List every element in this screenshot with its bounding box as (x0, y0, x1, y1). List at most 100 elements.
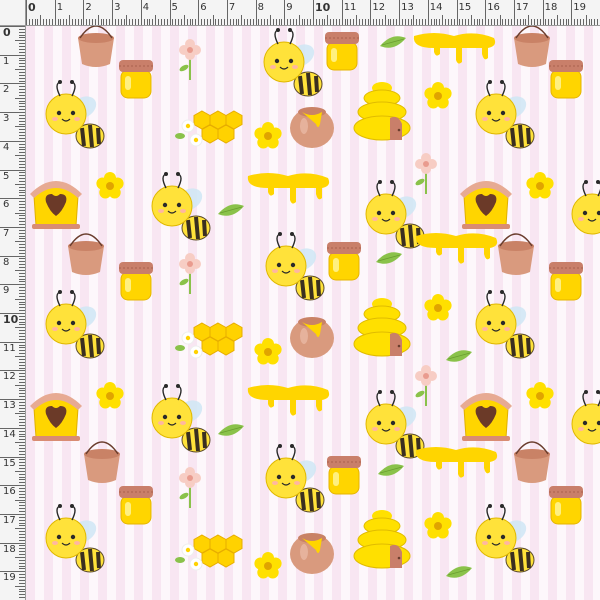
ruler-tick (15, 40, 25, 42)
ruler-top-label: 3 (114, 2, 121, 13)
pink-flower-motif (413, 152, 438, 195)
ruler-tick (330, 19, 332, 25)
ruler-tick (19, 410, 25, 412)
ruler-tick (19, 232, 25, 234)
ruler-tick (26, 0, 27, 25)
ruler-tick (19, 508, 25, 510)
leaf-motif (377, 463, 405, 477)
ruler-left-label: 12 (3, 371, 16, 383)
bee-motif (44, 78, 106, 150)
pink-flower-motif (177, 252, 202, 295)
honey-jar-motif (326, 241, 362, 281)
ruler-tick (19, 80, 25, 82)
ruler-tick (15, 183, 25, 185)
ruler-tick (19, 554, 25, 556)
ruler-tick (19, 511, 25, 513)
ruler-left-label: 16 (3, 486, 16, 498)
ruler-tick (175, 19, 177, 25)
ruler-tick (19, 71, 25, 73)
ruler-tick (0, 140, 25, 142)
ruler-tick (19, 373, 25, 375)
ruler-tick (117, 19, 119, 25)
ruler-tick (135, 19, 137, 25)
ruler-tick (244, 19, 246, 25)
ruler-tick (295, 19, 297, 25)
ruler-tick (19, 358, 25, 360)
ruler-tick (19, 393, 25, 395)
ruler-tick (410, 19, 412, 25)
ruler-tick (551, 19, 553, 25)
honey-drip-motif (247, 385, 330, 416)
ruler-tick (19, 379, 25, 380)
ruler-tick (19, 292, 25, 294)
ruler-tick (565, 19, 567, 25)
ruler-tick (19, 264, 25, 266)
ruler-tick (212, 15, 214, 25)
ruler-left-label: 1 (3, 55, 10, 67)
ruler-tick (594, 19, 596, 25)
ruler-tick (252, 19, 254, 25)
ruler-tick (54, 0, 56, 25)
leaf-motif (375, 251, 403, 265)
ruler-left-label: 6 (3, 199, 10, 211)
ruler-tick (519, 19, 521, 25)
honey-pot-motif (290, 107, 334, 148)
bucket-motif (77, 26, 115, 68)
ruler-tick (19, 416, 25, 418)
ruler-tick (166, 19, 168, 25)
ruler-tick (126, 15, 128, 25)
birdhouse-motif (459, 392, 513, 442)
ruler-tick (490, 19, 492, 25)
ruler-tick (19, 206, 25, 208)
ruler-tick (19, 178, 25, 180)
ruler-tick (15, 470, 25, 472)
ruler-top-label: 7 (228, 2, 236, 13)
honey-jar-motif (118, 485, 154, 525)
ruler-tick (19, 46, 25, 48)
ruler-tick (34, 19, 36, 25)
ruler-tick (318, 19, 320, 25)
ruler-tick (19, 433, 25, 435)
ruler-tick (298, 15, 300, 25)
ruler-top-label: 11 (343, 2, 357, 13)
ruler-tick (577, 19, 579, 25)
ruler-left-label: 9 (3, 285, 10, 297)
ruler-tick (597, 19, 599, 25)
ruler-tick (51, 19, 53, 25)
leaf-motif (379, 35, 407, 49)
honey-pot-motif (290, 533, 334, 574)
ruler-tick (149, 19, 151, 25)
ruler-tick (19, 146, 25, 148)
ruler-top-label: 6 (200, 2, 207, 13)
ruler-tick (588, 19, 590, 25)
honey-jar-motif (548, 485, 584, 525)
yellow-flower-motif (254, 122, 282, 149)
ruler-tick (19, 522, 25, 524)
bee-motif (364, 178, 426, 250)
ruler-tick (19, 488, 25, 490)
ruler-left-label: 3 (3, 113, 10, 125)
ruler-tick (0, 169, 25, 171)
honey-jar-motif (548, 261, 584, 301)
ruler-tick (19, 344, 25, 346)
ruler-tick (516, 19, 518, 25)
ruler-tick (287, 19, 289, 25)
ruler-tick (511, 19, 513, 25)
ruler-tick (74, 19, 76, 25)
ruler-tick (19, 565, 25, 567)
ruler-tick (19, 318, 25, 320)
yellow-flower-motif (254, 338, 282, 365)
ruler-tick (502, 19, 504, 25)
ruler-tick (77, 19, 79, 25)
ruler-tick (89, 19, 91, 25)
ruler-tick (19, 465, 25, 467)
ruler-tick (413, 15, 415, 25)
ruler-tick (19, 94, 25, 96)
ruler-tick (261, 19, 263, 25)
ruler-tick (94, 19, 96, 25)
ruler-tick (19, 57, 25, 59)
ruler-tick (0, 54, 25, 56)
ruler-tick (43, 19, 45, 25)
ruler-tick (19, 252, 25, 254)
ruler-tick (206, 19, 208, 25)
